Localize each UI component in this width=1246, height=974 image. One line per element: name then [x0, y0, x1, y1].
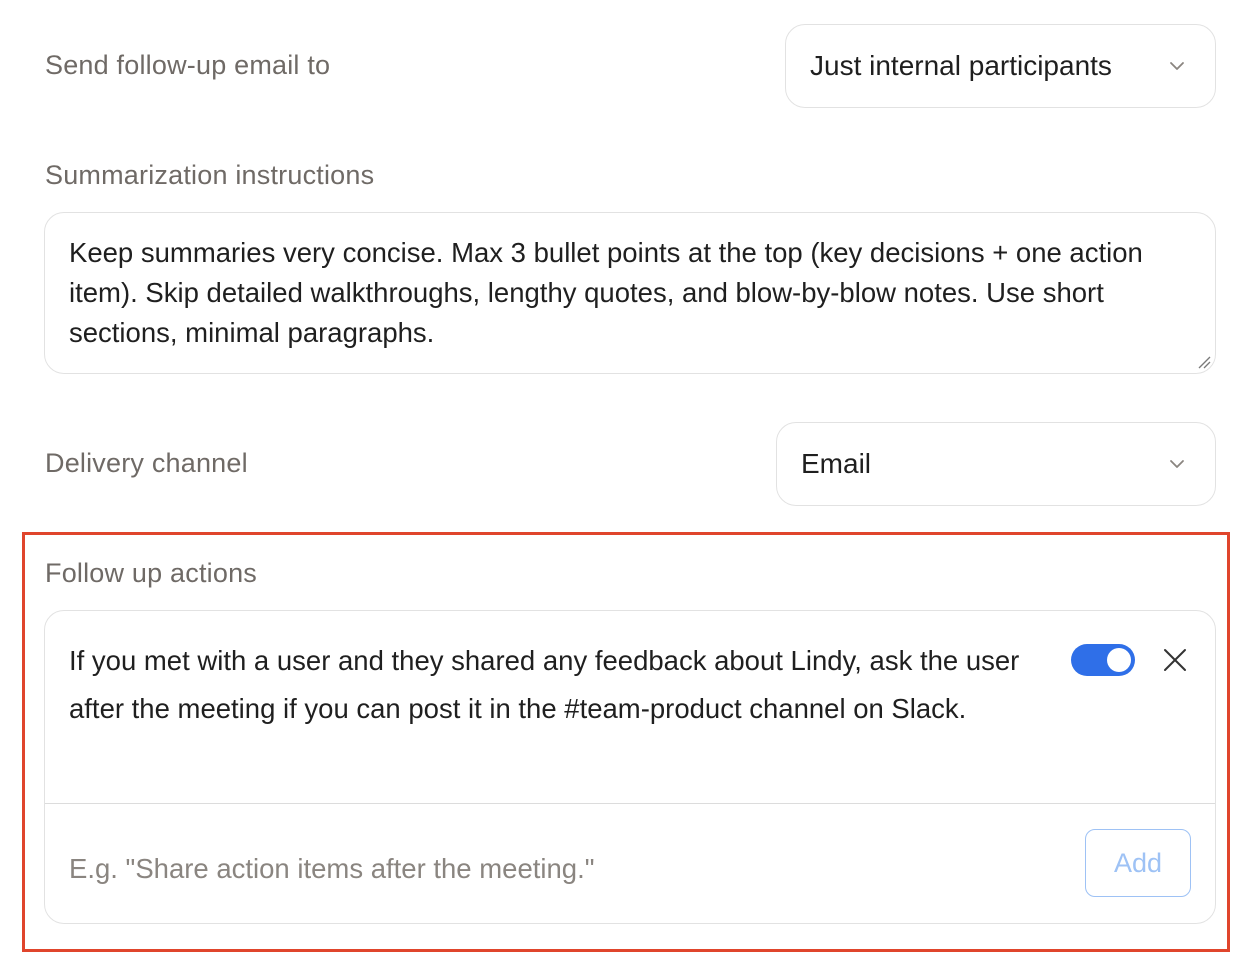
new-action-input[interactable]: [69, 847, 1049, 891]
close-icon[interactable]: [1162, 647, 1188, 673]
chevron-down-icon: [1170, 62, 1184, 70]
follow-up-action-text: If you met with a user and they shared a…: [69, 645, 1020, 724]
follow-up-email-label: Send follow-up email to: [45, 50, 331, 80]
divider: [45, 803, 1215, 804]
delivery-channel-label: Delivery channel: [45, 448, 248, 478]
chevron-down-icon: [1170, 460, 1184, 468]
resize-handle-icon[interactable]: [1197, 355, 1211, 369]
toggle-knob: [1107, 648, 1131, 672]
summarization-text: Keep summaries very concise. Max 3 bulle…: [69, 237, 1143, 348]
follow-up-actions-card: If you met with a user and they shared a…: [44, 610, 1216, 924]
follow-up-email-selected-value: Just internal participants: [810, 50, 1112, 81]
follow-up-actions-label: Follow up actions: [45, 558, 258, 588]
follow-up-action-toggle[interactable]: [1071, 644, 1135, 676]
summarization-textarea[interactable]: Keep summaries very concise. Max 3 bulle…: [44, 212, 1216, 374]
delivery-channel-select[interactable]: Email: [776, 422, 1216, 506]
delivery-channel-selected-value: Email: [801, 448, 872, 479]
follow-up-email-select[interactable]: Just internal participants: [785, 24, 1216, 108]
summarization-label: Summarization instructions: [45, 160, 375, 190]
add-button[interactable]: Add: [1085, 829, 1191, 897]
